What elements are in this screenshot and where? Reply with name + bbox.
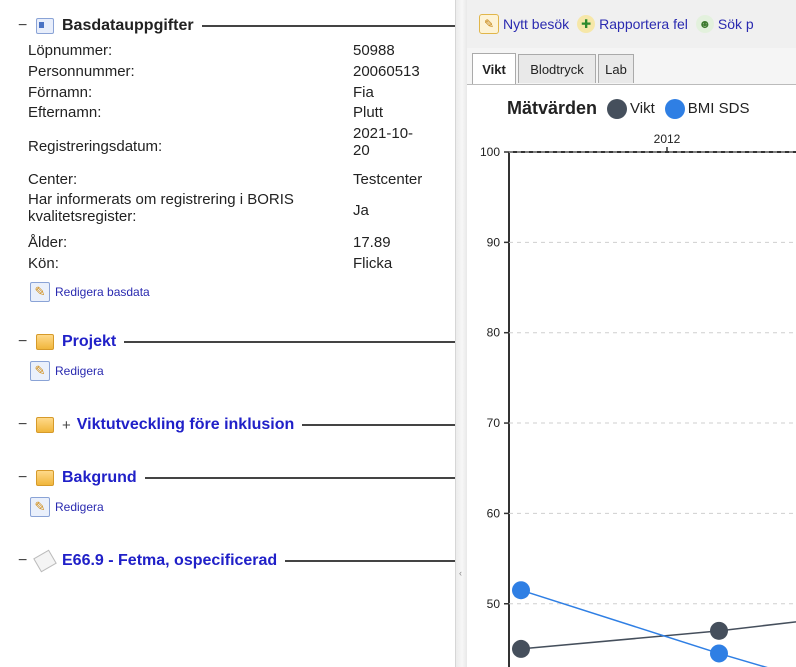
data-point-bmi[interactable] — [710, 644, 728, 663]
data-point-bmi[interactable] — [512, 581, 530, 600]
chart-title: Mätvärden — [507, 98, 598, 118]
info-label: Kön: — [28, 255, 59, 272]
collapse-toggle[interactable]: − — [18, 469, 30, 487]
edit-projekt-link[interactable]: ✎ Redigera — [30, 361, 104, 381]
edit-projekt-label: Redigera — [55, 364, 104, 378]
data-point-vikt[interactable] — [512, 639, 530, 658]
info-value: 50988 — [353, 42, 395, 59]
tab-lab[interactable]: Lab — [598, 54, 634, 83]
chevron-left-icon[interactable]: ‹ — [459, 568, 462, 578]
collapse-toggle[interactable]: − — [18, 333, 30, 351]
y-tick-label: 90 — [487, 235, 501, 249]
divider — [201, 25, 455, 27]
section-bakgrund-header[interactable]: − Bakgrund — [18, 467, 455, 489]
section-viktutveckling-title[interactable]: Viktutveckling före inklusion — [77, 416, 295, 434]
info-value: Testcenter — [353, 171, 423, 188]
info-value: Flicka — [353, 255, 393, 272]
folder-icon — [36, 334, 54, 350]
info-label: Personnummer: — [28, 63, 135, 80]
info-row-registreringsdatum: Registreringsdatum: 2021-10-20 — [28, 125, 448, 165]
info-value: 17.89 — [353, 234, 391, 251]
legend-item-bmi[interactable]: BMI SDS — [664, 98, 750, 119]
edit-bakgrund-label: Redigera — [55, 500, 104, 514]
search-label: Sök p — [717, 16, 754, 32]
collapse-toggle[interactable]: − — [18, 416, 30, 434]
chart-header: Mätvärden Vikt BMI SDS — [507, 98, 749, 119]
report-error-button[interactable]: ✚ Rapportera fel — [577, 15, 688, 33]
new-visit-label: Nytt besök — [503, 16, 570, 32]
tab-bar: Vikt Blodtryck Lab — [467, 48, 796, 85]
divider — [302, 424, 455, 426]
y-tick-label: 80 — [487, 326, 501, 340]
legend-marker — [664, 98, 685, 119]
legend-label: Vikt — [630, 100, 655, 117]
info-value: 20060513 — [353, 63, 420, 80]
y-tick-label: 70 — [487, 416, 501, 430]
legend-item-vikt[interactable]: Vikt — [607, 98, 655, 119]
divider — [124, 341, 455, 343]
pencil-icon: ✎ — [479, 14, 499, 34]
expand-icon[interactable]: + — [62, 417, 71, 434]
info-label: Förnamn: — [28, 84, 93, 101]
section-projekt-title[interactable]: Projekt — [62, 333, 116, 351]
series-line-bmi — [520, 589, 768, 667]
x-tick-label: 2012 — [654, 132, 681, 146]
pencil-icon: ✎ — [30, 497, 50, 517]
pencil-icon: ✎ — [30, 361, 50, 381]
section-bakgrund-title[interactable]: Bakgrund — [62, 469, 137, 487]
info-label: Har informerats om registrering i BORIS … — [28, 191, 294, 225]
divider — [285, 560, 455, 562]
y-tick-label: 60 — [487, 506, 501, 520]
legend-marker — [607, 98, 628, 119]
measurements-pane: ✎ Nytt besök ✚ Rapportera fel ☻ Sök p Vi… — [467, 0, 796, 667]
folder-icon — [36, 417, 54, 433]
collapse-toggle[interactable]: − — [18, 17, 30, 35]
info-value: Ja — [353, 202, 369, 219]
section-diagnos-header[interactable]: − E66.9 - Fetma, ospecificerad — [18, 549, 455, 573]
id-card-icon — [36, 18, 54, 34]
data-point-vikt[interactable] — [710, 621, 728, 640]
edit-basdata-link[interactable]: ✎ Redigera basdata — [30, 282, 150, 302]
tab-blodtryck[interactable]: Blodtryck — [518, 54, 596, 83]
search-patient-button[interactable]: ☻ Sök p — [695, 15, 754, 33]
info-label: Center: — [28, 171, 78, 188]
section-diagnos-title[interactable]: E66.9 - Fetma, ospecificerad — [62, 552, 277, 570]
info-value: Plutt — [353, 104, 384, 121]
info-label: Löpnummer: — [28, 42, 113, 59]
info-label: Efternamn: — [28, 104, 102, 121]
y-tick-label: 50 — [487, 597, 501, 611]
info-row-boris: Har informerats om registrering i BORIS … — [28, 191, 448, 231]
section-basdata-title: Basdatauppgifter — [62, 17, 194, 34]
info-value: Fia — [353, 84, 374, 101]
toolbar: ✎ Nytt besök ✚ Rapportera fel ☻ Sök p — [467, 0, 796, 49]
edit-bakgrund-link[interactable]: ✎ Redigera — [30, 497, 104, 517]
section-basdata-header[interactable]: − Basdatauppgifter — [18, 15, 455, 37]
new-visit-button[interactable]: ✎ Nytt besök — [479, 14, 569, 34]
collapse-toggle[interactable]: − — [18, 552, 30, 570]
divider — [144, 477, 455, 479]
info-label: Ålder: — [28, 234, 68, 251]
series-line-vikt — [520, 621, 796, 650]
info-label: Registreringsdatum: — [28, 138, 163, 155]
edit-basdata-label: Redigera basdata — [55, 285, 150, 299]
tag-icon — [33, 549, 57, 573]
measurements-chart: 2012 50 60 70 80 90 100 — [480, 132, 796, 667]
pencil-icon: ✎ — [30, 282, 50, 302]
section-projekt-header[interactable]: − Projekt — [18, 331, 455, 353]
info-value: 2021-10-20 — [353, 125, 414, 159]
section-viktutveckling-header[interactable]: − + Viktutveckling före inklusion — [18, 414, 455, 436]
user-search-icon: ☻ — [695, 15, 714, 33]
folder-icon — [36, 470, 54, 486]
bug-icon: ✚ — [577, 15, 596, 33]
y-tick-label: 100 — [480, 145, 500, 159]
tab-vikt[interactable]: Vikt — [472, 53, 516, 84]
patient-panel: − Basdatauppgifter Löpnummer: 50988 Pers… — [0, 0, 455, 667]
legend-label: BMI SDS — [687, 100, 750, 117]
report-error-label: Rapportera fel — [599, 16, 688, 32]
